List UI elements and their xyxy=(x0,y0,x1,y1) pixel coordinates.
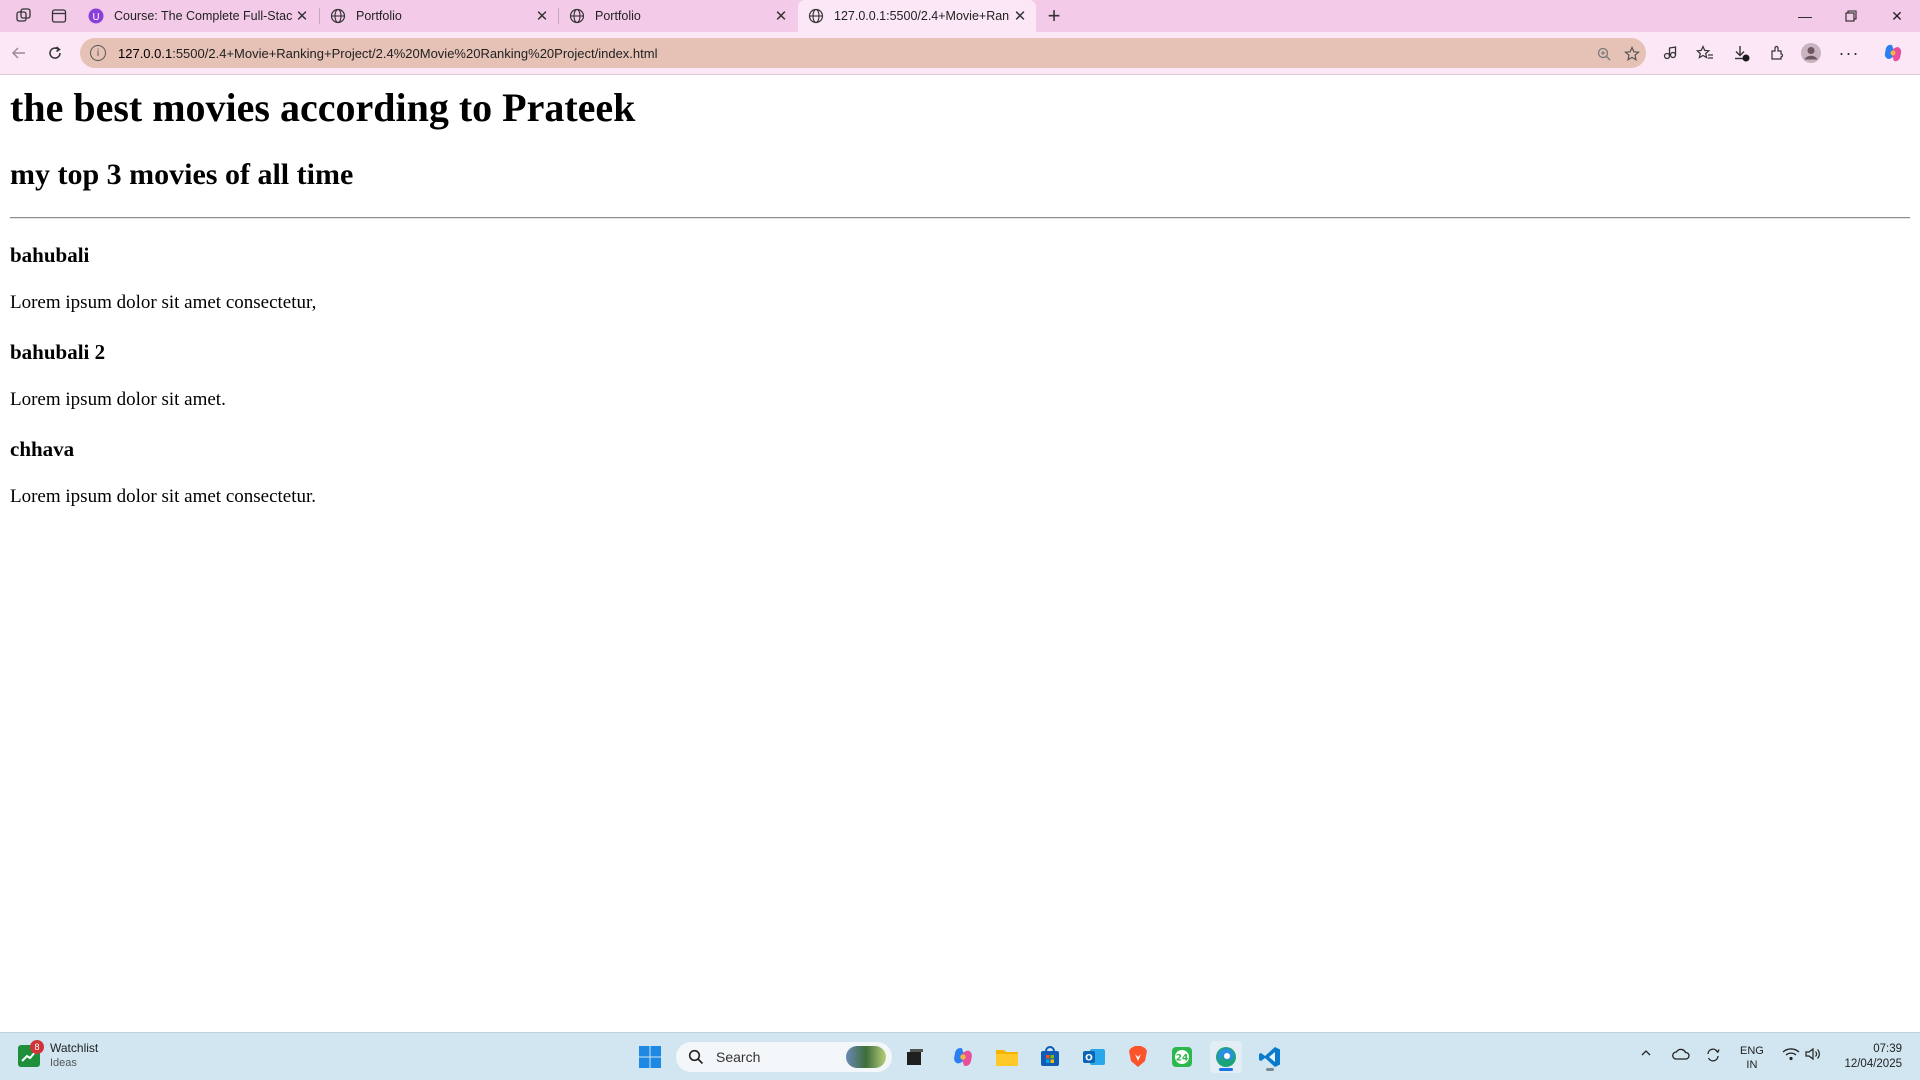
clock-date: 12/04/2025 xyxy=(1844,1058,1902,1070)
watchlist-widget[interactable]: 8 Watchlist Ideas xyxy=(18,1040,99,1071)
url-host: 127.0.0.1 xyxy=(118,45,173,61)
search-placeholder: Search xyxy=(716,1049,761,1065)
tab-course[interactable]: U Course: The Complete Full-Stack Web De… xyxy=(78,0,318,32)
file-explorer-icon[interactable] xyxy=(991,1041,1023,1073)
tab-title: Course: The Complete Full-Stack Web Deve… xyxy=(114,9,292,23)
favorite-star-icon[interactable] xyxy=(1621,44,1643,64)
language-code: ENG xyxy=(1740,1045,1764,1057)
close-tab-icon[interactable]: ✕ xyxy=(532,7,552,25)
task-view-icon[interactable] xyxy=(899,1041,931,1073)
movie-description: Lorem ipsum dolor sit amet consectetur, xyxy=(10,292,317,313)
input-language-indicator[interactable]: ENG IN xyxy=(1740,1044,1764,1072)
globe-icon xyxy=(808,8,824,24)
show-hidden-icons-icon[interactable] xyxy=(1640,1047,1652,1059)
svg-text:O: O xyxy=(1085,1054,1093,1064)
copilot-icon[interactable] xyxy=(1880,42,1906,64)
tab-actions-icon[interactable] xyxy=(45,4,73,28)
tab-strip: U Course: The Complete Full-Stack Web De… xyxy=(0,0,1920,32)
back-button[interactable] xyxy=(4,39,34,67)
workspaces-icon[interactable] xyxy=(10,4,38,28)
movie-title: chhava xyxy=(10,437,75,461)
course-favicon: U xyxy=(88,8,104,24)
read-aloud-icon[interactable] xyxy=(1657,42,1683,64)
onedrive-cloud-icon[interactable] xyxy=(1672,1047,1690,1061)
vscode-icon[interactable] xyxy=(1254,1041,1286,1073)
widget-subtitle: Ideas xyxy=(50,1057,77,1069)
extensions-icon[interactable] xyxy=(1764,42,1790,64)
zoom-icon[interactable] xyxy=(1593,44,1615,64)
tab-movie-ranking[interactable]: 127.0.0.1:5500/2.4+Movie+Ranking+Project… xyxy=(798,0,1036,32)
tab-title: 127.0.0.1:5500/2.4+Movie+Ranking+Project xyxy=(834,9,1010,23)
close-window-button[interactable]: ✕ xyxy=(1874,0,1920,32)
minimize-button[interactable]: — xyxy=(1782,0,1828,32)
open-app-indicator xyxy=(1266,1068,1274,1071)
movie-title: bahubali 2 xyxy=(10,340,106,364)
close-tab-icon[interactable]: ✕ xyxy=(771,7,791,25)
refresh-button[interactable] xyxy=(40,39,70,67)
tab-portfolio-1[interactable]: Portfolio ✕ xyxy=(320,0,558,32)
active-app-indicator xyxy=(1219,1068,1233,1071)
store-icon[interactable] xyxy=(1034,1041,1066,1073)
page-content: the best movies according to Prateek my … xyxy=(0,75,1920,1032)
notification-badge: 8 xyxy=(30,1040,44,1054)
clock-time: 07:39 xyxy=(1873,1043,1902,1055)
address-url: 127.0.0.1:5500/2.4+Movie+Ranking+Project… xyxy=(118,46,657,61)
movie-description: Lorem ipsum dolor sit amet. xyxy=(10,389,226,410)
region-code: IN xyxy=(1746,1059,1758,1071)
sync-icon[interactable] xyxy=(1705,1047,1721,1063)
site-info-icon[interactable]: i xyxy=(90,45,106,61)
downloads-icon[interactable] xyxy=(1728,42,1754,64)
search-highlight-image xyxy=(846,1046,886,1068)
globe-icon xyxy=(330,8,346,24)
profile-avatar-icon[interactable] xyxy=(1798,42,1824,64)
outlook-icon[interactable]: O xyxy=(1078,1041,1110,1073)
tab-title: Portfolio xyxy=(595,9,641,23)
search-icon xyxy=(688,1049,704,1065)
taskbar: 8 Watchlist Ideas Search O 24 ENG IN 07:… xyxy=(0,1032,1920,1080)
url-path: :5500/2.4+Movie+Ranking+Project/2.4%20Mo… xyxy=(172,45,658,61)
more-options-icon[interactable]: ··· xyxy=(1836,42,1862,64)
svg-text:U: U xyxy=(92,12,99,23)
divider xyxy=(10,217,1910,219)
globe-icon xyxy=(569,8,585,24)
taskbar-search[interactable]: Search xyxy=(676,1042,892,1072)
tab-portfolio-2[interactable]: Portfolio ✕ xyxy=(559,0,797,32)
svg-text:24: 24 xyxy=(1176,1054,1189,1064)
copilot-app-icon[interactable] xyxy=(947,1041,979,1073)
page-subtitle: my top 3 movies of all time xyxy=(10,158,354,191)
volume-icon[interactable] xyxy=(1804,1047,1822,1061)
browser-toolbar: i 127.0.0.1:5500/2.4+Movie+Ranking+Proje… xyxy=(0,32,1920,75)
tab-title: Portfolio xyxy=(356,9,402,23)
movie-title: bahubali xyxy=(10,243,90,267)
favorites-icon[interactable] xyxy=(1692,42,1718,64)
start-button[interactable] xyxy=(634,1041,666,1073)
new-tab-button[interactable]: + xyxy=(1040,3,1068,28)
close-tab-icon[interactable]: ✕ xyxy=(1010,7,1030,25)
system-clock[interactable]: 07:39 12/04/2025 xyxy=(1826,1042,1902,1072)
address-bar[interactable]: i 127.0.0.1:5500/2.4+Movie+Ranking+Proje… xyxy=(80,38,1646,68)
brave-browser-icon[interactable] xyxy=(1122,1041,1154,1073)
stock-chart-icon: 8 xyxy=(18,1040,44,1067)
restore-button[interactable] xyxy=(1828,0,1874,32)
page-title: the best movies according to Prateek xyxy=(10,85,636,130)
widget-title: Watchlist xyxy=(50,1041,99,1055)
close-tab-icon[interactable]: ✕ xyxy=(292,7,312,25)
movie-description: Lorem ipsum dolor sit amet consectetur. xyxy=(10,486,317,507)
edge-browser-icon[interactable] xyxy=(1210,1041,1242,1073)
app-24-icon[interactable]: 24 xyxy=(1166,1041,1198,1073)
wifi-icon[interactable] xyxy=(1782,1047,1800,1061)
